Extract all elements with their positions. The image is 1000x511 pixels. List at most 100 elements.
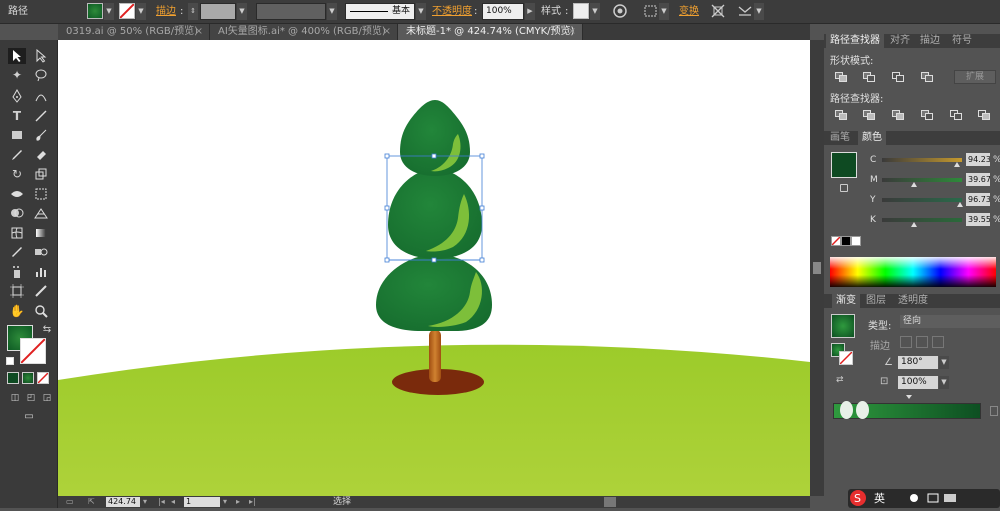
delete-stop-icon[interactable]: [990, 406, 998, 416]
angle-dropdown-icon[interactable]: ▼: [939, 356, 949, 369]
color-mode-icon[interactable]: [7, 372, 19, 384]
gradient-angle-input[interactable]: 180°: [898, 356, 938, 369]
artboard-tool-icon[interactable]: [8, 283, 26, 299]
selection-tool-icon[interactable]: [8, 48, 26, 64]
lasso-tool-icon[interactable]: [32, 67, 50, 83]
divide-button[interactable]: [834, 109, 848, 121]
minus-front-button[interactable]: [862, 71, 876, 83]
tab-align[interactable]: 对齐: [886, 34, 914, 48]
slider-k-track[interactable]: [882, 218, 962, 222]
direct-selection-tool-icon[interactable]: [32, 48, 50, 64]
gradient-tool-icon[interactable]: [32, 225, 50, 241]
tab-transparency[interactable]: 透明度: [894, 294, 932, 308]
merge-button[interactable]: [891, 109, 905, 121]
slider-m-track[interactable]: [882, 178, 962, 182]
slider-k[interactable]: K 39.55 %: [870, 213, 1000, 227]
stroke-weight-input[interactable]: [200, 3, 236, 20]
close-icon[interactable]: ×: [195, 24, 203, 40]
eyedropper-tool-icon[interactable]: [8, 244, 26, 260]
unite-button[interactable]: [834, 71, 848, 83]
expand-button[interactable]: 扩展: [954, 70, 996, 84]
tab-stroke[interactable]: 描边: [916, 34, 944, 48]
stroke-weight-dropdown-icon[interactable]: ▼: [237, 3, 247, 20]
slider-m[interactable]: M 39.67 %: [870, 173, 1000, 187]
gradient-preview-swatch[interactable]: [831, 314, 855, 338]
trim-button[interactable]: [862, 109, 876, 121]
eraser-tool-icon[interactable]: [32, 147, 50, 163]
tab-gradient[interactable]: 渐变: [832, 294, 860, 308]
stroke-gradient-along-icon[interactable]: [916, 336, 928, 348]
white-color-swatch[interactable]: [851, 236, 861, 246]
swap-fill-stroke-icon[interactable]: ⇆: [38, 322, 56, 338]
slider-c-knob[interactable]: [954, 162, 961, 167]
free-transform-tool-icon[interactable]: [32, 186, 50, 202]
outline-button[interactable]: [949, 109, 963, 121]
reverse-gradient-icon[interactable]: ⇄: [836, 375, 848, 385]
hand-tool-icon[interactable]: ✋: [8, 303, 26, 319]
stroke-gradient-within-icon[interactable]: [900, 336, 912, 348]
gradient-aspect-ratio-input[interactable]: 100%: [898, 376, 938, 389]
slider-m-value[interactable]: 39.67: [966, 173, 990, 186]
none-color-swatch[interactable]: [831, 236, 841, 246]
next-page-icon[interactable]: ▸: [236, 497, 245, 507]
envelope-icon[interactable]: [737, 3, 753, 19]
status-mode-label[interactable]: 选择: [333, 496, 351, 508]
page-input[interactable]: 1: [184, 497, 220, 507]
intersect-button[interactable]: [891, 71, 905, 83]
slider-c-track[interactable]: [882, 158, 962, 162]
horizontal-scroll-thumb[interactable]: [604, 497, 616, 507]
rectangle-tool-icon[interactable]: [8, 127, 26, 143]
vertical-scrollbar[interactable]: [810, 40, 824, 496]
slider-y-value[interactable]: 96.73: [966, 193, 990, 206]
graphic-style-swatch[interactable]: [573, 3, 589, 19]
recolor-artwork-icon[interactable]: [612, 3, 628, 19]
rotate-tool-icon[interactable]: ↻: [8, 166, 26, 182]
line-segment-tool-icon[interactable]: [32, 108, 50, 124]
close-icon[interactable]: ×: [568, 24, 576, 40]
tab-0319[interactable]: 0319.ai @ 50% (RGB/预览) ×: [58, 24, 210, 40]
last-page-icon[interactable]: ▸|: [249, 497, 258, 507]
align-selection-icon[interactable]: [643, 3, 659, 19]
envelope-dropdown-icon[interactable]: ▼: [754, 3, 764, 20]
tab-ai-vector-icon[interactable]: AI矢量图标.ai* @ 400% (RGB/预览) ×: [210, 24, 398, 40]
brush-definition[interactable]: 基本: [345, 3, 415, 20]
color-spectrum[interactable]: [830, 257, 996, 287]
width-tool-icon[interactable]: [8, 186, 26, 202]
none-mode-icon[interactable]: [37, 372, 49, 384]
color-fill-swatch[interactable]: [831, 152, 857, 178]
black-color-swatch[interactable]: [841, 236, 851, 246]
zoom-dropdown-icon[interactable]: ▾: [143, 497, 152, 507]
tab-untitled-1[interactable]: 未标题-1* @ 424.74% (CMYK/预览) ×: [398, 24, 583, 40]
tab-color[interactable]: 颜色: [858, 131, 886, 145]
slider-y[interactable]: Y 96.73 %: [870, 193, 1000, 207]
zoom-tool-icon[interactable]: [32, 303, 50, 319]
fill-dropdown-icon[interactable]: ▼: [104, 3, 114, 20]
style-dropdown-icon[interactable]: ▼: [590, 3, 600, 20]
ime-toolbar[interactable]: S 英: [848, 488, 1000, 508]
curvature-tool-icon[interactable]: [32, 88, 50, 104]
slider-c-value[interactable]: 94.23: [966, 153, 990, 166]
tab-pathfinder[interactable]: 路径查找器: [826, 34, 884, 48]
transform-label[interactable]: 变换: [679, 3, 699, 20]
slider-c[interactable]: C 94.23 %: [870, 153, 1000, 167]
align-dropdown-icon[interactable]: ▼: [659, 3, 669, 20]
first-page-icon[interactable]: |◂: [158, 497, 167, 507]
artboard-nav-icon[interactable]: ▭: [66, 497, 75, 507]
blend-tool-icon[interactable]: [32, 244, 50, 260]
stroke-color-box[interactable]: [20, 338, 46, 364]
stroke-gradient-across-icon[interactable]: [932, 336, 944, 348]
exclude-button[interactable]: [920, 71, 934, 83]
stroke-label[interactable]: 描边: [156, 3, 176, 20]
tab-layers[interactable]: 图层: [862, 294, 890, 308]
gradient-midpoint-icon[interactable]: [906, 395, 912, 399]
profile-dropdown-icon[interactable]: ▼: [327, 3, 337, 20]
export-icon[interactable]: ⇱: [88, 497, 97, 507]
stroke-weight-stepper-icon[interactable]: ⇕: [188, 3, 198, 20]
gradient-stop-left[interactable]: [840, 401, 853, 419]
gradient-stop-middle[interactable]: [856, 401, 869, 419]
slider-k-knob[interactable]: [911, 222, 917, 227]
vertical-scroll-thumb[interactable]: [813, 262, 821, 274]
shape-builder-tool-icon[interactable]: [8, 205, 26, 221]
gradient-mode-icon[interactable]: [22, 372, 34, 384]
zoom-input[interactable]: 424.74: [106, 497, 140, 507]
